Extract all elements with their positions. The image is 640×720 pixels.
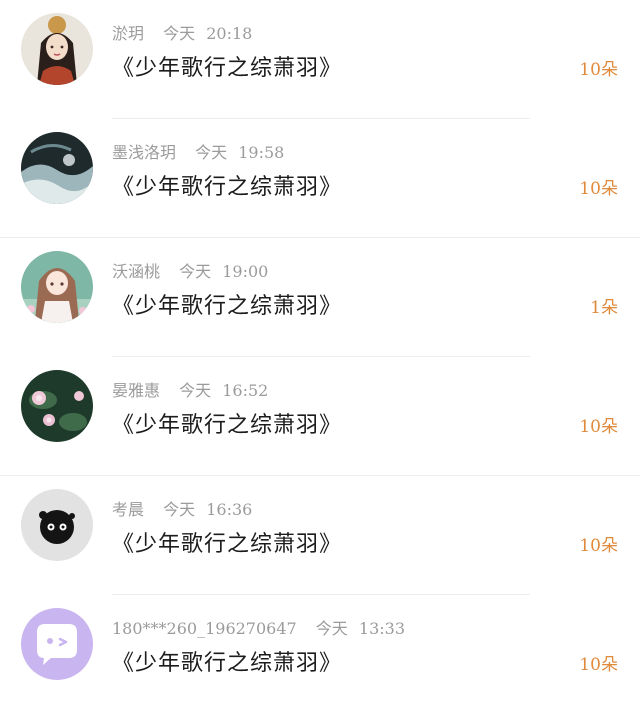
- avatar-ink-painting-icon: [21, 132, 93, 204]
- date-label: 今天: [179, 262, 212, 281]
- gift-record-list: 淤玥 今天 20:18 《少年歌行之综萧羽》 10朵 墨浅洛玥 今天 19:58…: [0, 0, 640, 720]
- avatar-soot-sprite-icon: [21, 489, 93, 561]
- book-title[interactable]: 《少年歌行之综萧羽》: [112, 288, 342, 320]
- user-name[interactable]: 晏雅惠: [112, 381, 160, 400]
- avatar[interactable]: [21, 370, 93, 442]
- flower-count: 10朵: [579, 536, 618, 556]
- avatar[interactable]: [21, 251, 93, 323]
- user-name[interactable]: 淤玥: [112, 24, 144, 43]
- avatar-ancient-girl-icon: [21, 13, 93, 85]
- flower-count: 10朵: [579, 417, 618, 437]
- list-item[interactable]: 墨浅洛玥 今天 19:58 《少年歌行之综萧羽》 10朵: [0, 119, 640, 238]
- avatar-anime-girl-icon: [21, 251, 93, 323]
- item-meta: 沃涵桃 今天 19:00: [112, 258, 268, 282]
- flower-count: 10朵: [579, 655, 618, 675]
- list-item[interactable]: 淤玥 今天 20:18 《少年歌行之综萧羽》 10朵: [0, 0, 640, 119]
- date-label: 今天: [163, 500, 196, 519]
- avatar[interactable]: [21, 132, 93, 204]
- book-title[interactable]: 《少年歌行之综萧羽》: [112, 526, 342, 558]
- item-meta: 墨浅洛玥 今天 19:58: [112, 139, 284, 163]
- book-title[interactable]: 《少年歌行之综萧羽》: [112, 50, 342, 82]
- avatar[interactable]: [21, 608, 93, 680]
- time-label: 20:18: [206, 24, 253, 43]
- list-item[interactable]: 考晨 今天 16:36 《少年歌行之综萧羽》 10朵: [0, 476, 640, 595]
- time-label: 16:36: [206, 500, 253, 519]
- list-item[interactable]: 沃涵桃 今天 19:00 《少年歌行之综萧羽》 1朵: [0, 238, 640, 357]
- item-meta: 180***260_196270647 今天 13:33: [112, 615, 405, 639]
- user-name[interactable]: 180***260_196270647: [112, 619, 297, 638]
- item-meta: 考晨 今天 16:36: [112, 496, 252, 520]
- book-title[interactable]: 《少年歌行之综萧羽》: [112, 407, 342, 439]
- avatar[interactable]: [21, 489, 93, 561]
- time-label: 19:00: [222, 262, 269, 281]
- date-label: 今天: [195, 143, 228, 162]
- time-label: 19:58: [238, 143, 285, 162]
- flower-count: 10朵: [579, 60, 618, 80]
- date-label: 今天: [315, 619, 348, 638]
- time-label: 13:33: [358, 619, 406, 638]
- avatar[interactable]: [21, 13, 93, 85]
- book-title[interactable]: 《少年歌行之综萧羽》: [112, 169, 342, 201]
- user-name[interactable]: 沃涵桃: [112, 262, 160, 281]
- date-label: 今天: [163, 24, 196, 43]
- item-meta: 淤玥 今天 20:18: [112, 20, 252, 44]
- avatar-default-chat-icon: [21, 608, 93, 680]
- user-name[interactable]: 考晨: [112, 500, 144, 519]
- time-label: 16:52: [222, 381, 269, 400]
- list-item[interactable]: 晏雅惠 今天 16:52 《少年歌行之综萧羽》 10朵: [0, 357, 640, 476]
- date-label: 今天: [179, 381, 212, 400]
- list-item[interactable]: 180***260_196270647 今天 13:33 《少年歌行之综萧羽》 …: [0, 595, 640, 714]
- flower-count: 1朵: [590, 298, 618, 318]
- user-name[interactable]: 墨浅洛玥: [112, 143, 176, 162]
- item-meta: 晏雅惠 今天 16:52: [112, 377, 268, 401]
- flower-count: 10朵: [579, 179, 618, 199]
- avatar-lotus-icon: [21, 370, 93, 442]
- book-title[interactable]: 《少年歌行之综萧羽》: [112, 645, 342, 677]
